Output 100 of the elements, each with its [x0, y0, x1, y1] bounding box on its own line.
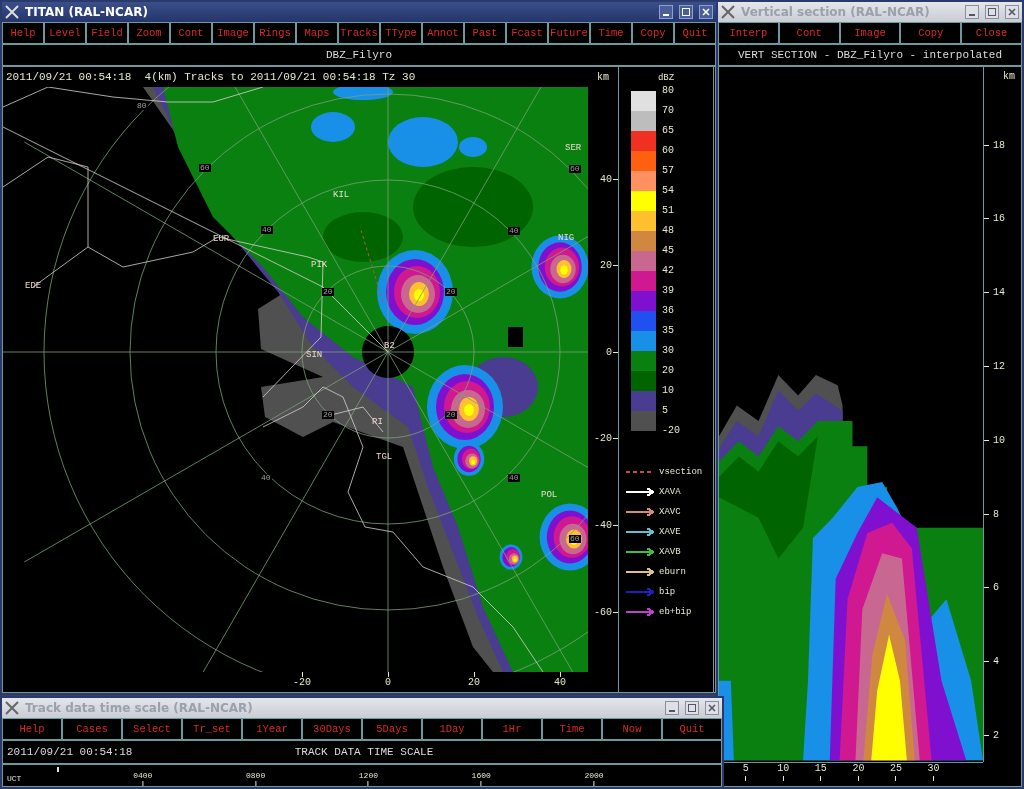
- axis-tick-label: 40: [600, 173, 612, 185]
- close-icon: [702, 8, 710, 16]
- axis-tick-label: 18: [993, 139, 1005, 151]
- minimize-button[interactable]: [665, 701, 679, 715]
- range-label: 80: [136, 102, 148, 110]
- menu-button[interactable]: Future: [548, 22, 590, 44]
- close-button[interactable]: [1005, 5, 1019, 19]
- x-logo-icon: [5, 5, 19, 19]
- axis-tick-label: 6: [993, 582, 999, 594]
- station-label: SIN: [306, 351, 323, 360]
- range-label: 20: [445, 288, 457, 296]
- minimize-button[interactable]: [659, 5, 673, 19]
- menu-button[interactable]: Close: [961, 22, 1022, 44]
- range-label: 40: [508, 227, 520, 235]
- scale-label: 42: [662, 266, 674, 276]
- legend-unit: dBZ: [657, 73, 675, 83]
- minimize-button[interactable]: [965, 5, 979, 19]
- axis-tick-label: 30: [927, 763, 940, 774]
- menu-button[interactable]: Annot: [422, 22, 464, 44]
- menu-button[interactable]: Zoom: [128, 22, 170, 44]
- menu-button[interactable]: Tracks: [338, 22, 380, 44]
- axis-tick-label: 14: [993, 287, 1005, 299]
- menu-button[interactable]: Copy: [900, 22, 962, 44]
- menu-button[interactable]: Cont: [778, 22, 840, 44]
- menu-button[interactable]: TType: [380, 22, 422, 44]
- axis-tick-label: -20: [594, 433, 612, 445]
- window-title: Track data time scale (RAL-NCAR): [25, 701, 254, 715]
- range-label: 20: [322, 411, 334, 419]
- menu-button[interactable]: Cont: [170, 22, 212, 44]
- menu-button[interactable]: Copy: [632, 22, 674, 44]
- menu-button[interactable]: Interp: [718, 22, 779, 44]
- track-legend-label: XAVE: [659, 527, 681, 537]
- track-legend-label: eburn: [659, 567, 686, 577]
- menu-button[interactable]: Fcast: [506, 22, 548, 44]
- track-legend-label: eb+bip: [659, 607, 692, 617]
- axis-tick-label: 40: [554, 677, 566, 688]
- station-label: B2: [384, 342, 395, 351]
- menu-button[interactable]: Select: [122, 718, 182, 740]
- menu-button[interactable]: Help: [2, 22, 44, 44]
- scale-label: 5: [662, 406, 668, 416]
- close-button[interactable]: [705, 701, 719, 715]
- menu-button[interactable]: Now: [602, 718, 662, 740]
- menu-button[interactable]: Time: [590, 22, 632, 44]
- menu-button[interactable]: 1Year: [242, 718, 302, 740]
- maximize-icon: [688, 704, 696, 712]
- menu-button[interactable]: 30Days: [302, 718, 362, 740]
- x-logo-icon: [721, 5, 735, 19]
- menu-button[interactable]: Rings: [254, 22, 296, 44]
- menu-button[interactable]: Time: [542, 718, 602, 740]
- maximize-button[interactable]: [679, 5, 693, 19]
- menu-button[interactable]: Level: [44, 22, 86, 44]
- scale-label: 10: [662, 386, 674, 396]
- menu-button[interactable]: Image: [212, 22, 254, 44]
- range-label: 20: [322, 288, 334, 296]
- time-tick-label: 1600: [471, 771, 491, 780]
- maximize-button[interactable]: [985, 5, 999, 19]
- axis-unit: km: [597, 71, 609, 83]
- axis-tick-label: 15: [814, 763, 827, 774]
- menu-button[interactable]: Tr_set: [182, 718, 242, 740]
- close-button[interactable]: [699, 5, 713, 19]
- axis-tick-label: 20: [600, 260, 612, 272]
- station-label: POL: [541, 491, 558, 500]
- close-icon: [708, 704, 716, 712]
- range-label: 60: [569, 165, 581, 173]
- menu-button[interactable]: Quit: [674, 22, 716, 44]
- menu-button[interactable]: 1Hr: [482, 718, 542, 740]
- station-label: PIK: [311, 261, 328, 270]
- axis-label: UCT: [7, 774, 22, 783]
- scale-label: 39: [662, 286, 674, 296]
- axis-tick-label: 4: [993, 656, 999, 668]
- menu-button[interactable]: Field: [86, 22, 128, 44]
- menu-button[interactable]: Cases: [62, 718, 122, 740]
- current-time: 2011/09/21 00:54:18: [7, 746, 134, 758]
- time-tick-label: 1200: [358, 771, 378, 780]
- scale-label: 60: [662, 146, 674, 156]
- axis-tick-label: -40: [594, 519, 612, 531]
- plot-header: 2011/09/21 00:54:18 4(km) Tracks to 2011/09/21 00:54:18 Tz 30: [5, 71, 417, 83]
- range-label: 40: [261, 226, 273, 234]
- menu-button[interactable]: Quit: [662, 718, 722, 740]
- station-label: EDE: [25, 282, 42, 291]
- axis-tick-label: 20: [468, 677, 480, 688]
- menu-button[interactable]: Maps: [296, 22, 338, 44]
- menu-button[interactable]: Image: [839, 22, 901, 44]
- axis-tick-label: 20: [852, 763, 865, 774]
- station-label: RI: [372, 418, 383, 427]
- scale-label: 51: [662, 206, 674, 216]
- menu-button[interactable]: Help: [2, 718, 62, 740]
- menu-button[interactable]: 5Days: [362, 718, 422, 740]
- scale-label: 54: [662, 186, 674, 196]
- axis-tick-label: 10: [777, 763, 790, 774]
- scale-label: 36: [662, 306, 674, 316]
- axis-tick-label: 25: [890, 763, 902, 774]
- axis-tick-label: -20: [293, 677, 311, 688]
- range-label: 60: [569, 535, 581, 543]
- menu-button[interactable]: Past: [464, 22, 506, 44]
- scale-label: 48: [662, 226, 674, 236]
- station-label: TGL: [376, 453, 393, 462]
- menu-button[interactable]: 1Day: [422, 718, 482, 740]
- maximize-button[interactable]: [685, 701, 699, 715]
- time-marker: [57, 767, 59, 772]
